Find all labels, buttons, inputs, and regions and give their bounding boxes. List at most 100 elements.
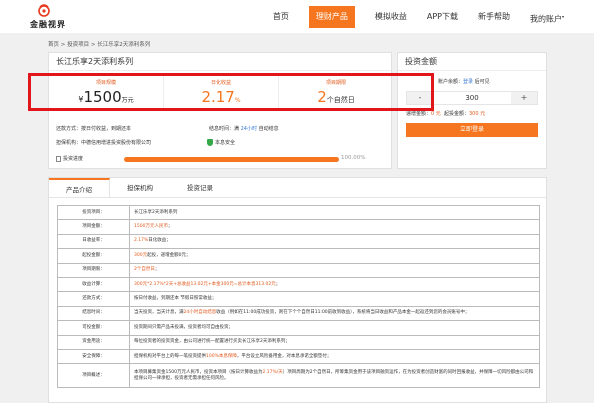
row-text: ； bbox=[167, 224, 173, 230]
start-value: 300 元 bbox=[469, 111, 486, 117]
row-label: 资金用途： bbox=[57, 334, 130, 350]
product-title: 长江乐享2天添利系列 bbox=[49, 53, 391, 71]
balance-row: 账户余额：登录 后可见 bbox=[438, 78, 490, 85]
amount-input[interactable]: 300 bbox=[433, 92, 511, 104]
table-row: 投资项目： 长江乐享2天添利系列 bbox=[57, 204, 540, 221]
row-label: 日收益率： bbox=[57, 233, 130, 250]
guarantor-value: 中德信用增进投资股份有限公司 bbox=[81, 140, 152, 146]
row-text-pre: 担保机构对平台上的每一笔投资提供 bbox=[134, 353, 206, 359]
login-button[interactable]: 立即登录 bbox=[406, 123, 538, 137]
nav-products[interactable]: 理财产品 bbox=[308, 5, 355, 28]
row-value: 长江乐享2天添利系列 bbox=[129, 204, 540, 221]
start-label: 起投金额： bbox=[443, 111, 469, 117]
nav-help[interactable]: 新手帮助 bbox=[478, 6, 510, 28]
row-value: 投资期间只需产品未投满，投资者均可自由投资； bbox=[129, 320, 540, 336]
balance-login-link[interactable]: 登录 bbox=[463, 79, 473, 85]
progress-percent: 100.00% bbox=[341, 155, 366, 161]
progress-label: 投资进度 bbox=[63, 156, 84, 162]
row-value: 2.17%日化收益； bbox=[129, 233, 540, 250]
brand-logo[interactable]: 金融视界 bbox=[30, 3, 66, 31]
details-table: 投资项目： 长江乐享2天添利系列 项目金额： 1500万元人民币； 日收益率： 2.1… bbox=[57, 204, 540, 389]
row-label: 项目金额： bbox=[57, 219, 130, 235]
row-label: 收益计算： bbox=[57, 276, 130, 293]
row-label: 安全保障： bbox=[57, 348, 130, 365]
row-label: 项目期限： bbox=[57, 262, 130, 278]
progress-bar bbox=[124, 157, 339, 162]
row-label: 项目概述： bbox=[57, 363, 130, 389]
tab-bar: 产品介绍 担保机构 投资记录 bbox=[49, 178, 546, 198]
row-text: 日化收益； bbox=[148, 238, 171, 244]
row-highlight: 24小时自动结息 bbox=[183, 310, 217, 316]
nav-home[interactable]: 首页 bbox=[273, 6, 289, 28]
table-row: 结息时间： 当天投资，当天计息，满24小时自动结息收益（例如在11:00成功投资，… bbox=[57, 305, 540, 322]
tab-product-intro[interactable]: 产品介绍 bbox=[49, 178, 110, 197]
nav-account[interactable]: 我的账户▾ bbox=[530, 6, 564, 28]
min-value: 0 元 bbox=[431, 111, 441, 117]
table-row: 日收益率： 2.17%日化收益； bbox=[57, 233, 540, 250]
row-highlight: 300元*2.17%*2天+总收益13.02元+本金300元=总计本息313.0… bbox=[134, 281, 276, 287]
tab-guarantor[interactable]: 担保机构 bbox=[110, 178, 170, 197]
row-value: 300元*2.17%*2天+总收益13.02元+本金300元=总计本息313.0… bbox=[129, 276, 540, 293]
row-highlight: 300元 bbox=[134, 252, 148, 258]
limit-row: 递增金额：0 元 起投金额：300 元 bbox=[406, 110, 485, 117]
row-label: 起投金额： bbox=[57, 248, 130, 264]
row-highlight: 2个自然日 bbox=[134, 267, 155, 273]
tab-invest-records[interactable]: 投资记录 bbox=[170, 178, 230, 197]
row-highlight: 2.17%/天 bbox=[262, 369, 283, 375]
table-row: 安全保障： 担保机构对平台上的每一笔投资提供100%本息保障，平台设立风险备用金，… bbox=[57, 348, 540, 365]
row-value: 2个自然日； bbox=[129, 262, 540, 278]
balance-label: 账户余额： bbox=[438, 79, 464, 85]
hourglass-icon bbox=[56, 155, 61, 162]
min-label: 递增金额： bbox=[406, 111, 432, 117]
progress-row: 投资进度 bbox=[56, 155, 83, 162]
row-value: 每位投资者的投资资金，由公司进行统一配置进行买卖长江乐享2天添利系列； bbox=[129, 334, 540, 350]
row-value: 本项目募集资金1500万元人民币，投资本项目（按日计算收益为2.17%/天）项目… bbox=[129, 363, 540, 389]
row-text: ； bbox=[154, 267, 160, 273]
row-value: 1500万元人民币； bbox=[129, 219, 540, 235]
row-text-pre: 本项目募集资金1500万元人民币，投资本项目（按日计算收益为 bbox=[134, 369, 263, 375]
row-text-pre: 当天投资，当天计息，满 bbox=[134, 310, 184, 316]
table-row: 资金用途： 每位投资者的投资资金，由公司进行统一配置进行买卖长江乐享2天添利系列； bbox=[57, 334, 540, 350]
row-value: 300元起投，递增金额0元； bbox=[129, 248, 540, 264]
safety-label: 本息安全 bbox=[215, 140, 236, 146]
row-label: 还款方式： bbox=[57, 291, 130, 307]
row-highlight: 1500万元人民币 bbox=[134, 224, 168, 230]
balance-tail: 后可见 bbox=[474, 79, 490, 85]
repay-label: 还款方式： bbox=[56, 126, 82, 132]
row-text: 起投，递增金额0元； bbox=[147, 252, 191, 258]
row-text: 收益（例如在11:00成功投资，则在下个个自然日11:00前收到收益），系统将当… bbox=[216, 310, 470, 316]
table-row: 项目金额： 1500万元人民币； bbox=[57, 219, 540, 235]
safety-badge: 本息安全 bbox=[207, 139, 235, 146]
shield-icon bbox=[207, 139, 213, 146]
table-row: 项目期限： 2个自然日； bbox=[57, 262, 540, 278]
row-text: 长江乐享2天添利系列 bbox=[134, 209, 178, 215]
table-row: 起投金额： 300元起投，递增金额0元； bbox=[57, 248, 540, 264]
top-navbar: 金融视界 首页 理财产品 模拟收益 APP下载 新手帮助 我的账户▾ bbox=[0, 0, 594, 33]
row-label: 投资项目： bbox=[57, 204, 130, 221]
row-text: ； bbox=[275, 281, 281, 287]
guarantor-row: 担保机构：中德信用增进投资股份有限公司 bbox=[56, 139, 151, 146]
main-nav: 首页 理财产品 模拟收益 APP下载 新手帮助 我的账户▾ bbox=[253, 0, 594, 33]
table-row: 项目概述： 本项目募集资金1500万元人民币，投资本项目（按日计算收益为2.17%… bbox=[57, 363, 540, 389]
row-text: 按日付收益，到期还本 节假日照常收益； bbox=[134, 296, 217, 302]
nav-account-label: 我的账户 bbox=[529, 14, 562, 24]
logo-text: 金融视界 bbox=[30, 20, 66, 29]
breadcrumb: 首页 > 投资项目 > 长江乐享2天添利系列 bbox=[48, 42, 151, 48]
row-value: 当天投资，当天计息，满24小时自动结息收益（例如在11:00成功投资，则在下个个… bbox=[129, 305, 540, 322]
row-value: 担保机构对平台上的每一笔投资提供100%本息保障，平台设立风险备用金，对本息承诺… bbox=[129, 348, 540, 365]
row-text: ，平台设立风险备用金，对本息承诺全额垫付； bbox=[236, 353, 332, 359]
row-text: 投资期间只需产品未投满，投资者均可自由投资； bbox=[134, 324, 233, 330]
row-label: 可投金额： bbox=[57, 320, 130, 336]
settle-hours: 24小时 bbox=[240, 126, 257, 132]
invest-title: 投资金额 bbox=[398, 53, 546, 71]
nav-simulate[interactable]: 模拟收益 bbox=[375, 6, 407, 28]
highlight-box bbox=[28, 73, 434, 111]
repay-value: 按日付收益，到期还本 bbox=[81, 126, 132, 132]
table-row: 还款方式： 按日付收益，到期还本 节假日照常收益； bbox=[57, 291, 540, 307]
repay-row: 还款方式：按日付收益，到期还本 bbox=[56, 125, 131, 132]
row-text: 每位投资者的投资资金，由公司进行统一配置进行买卖长江乐享2天添利系列； bbox=[134, 339, 290, 345]
table-row: 可投金额： 投资期间只需产品未投满，投资者均可自由投资； bbox=[57, 320, 540, 336]
row-value: 按日付收益，到期还本 节假日照常收益； bbox=[129, 291, 540, 307]
nav-app-download[interactable]: APP下载 bbox=[427, 6, 458, 28]
increase-button[interactable]: + bbox=[511, 92, 537, 104]
